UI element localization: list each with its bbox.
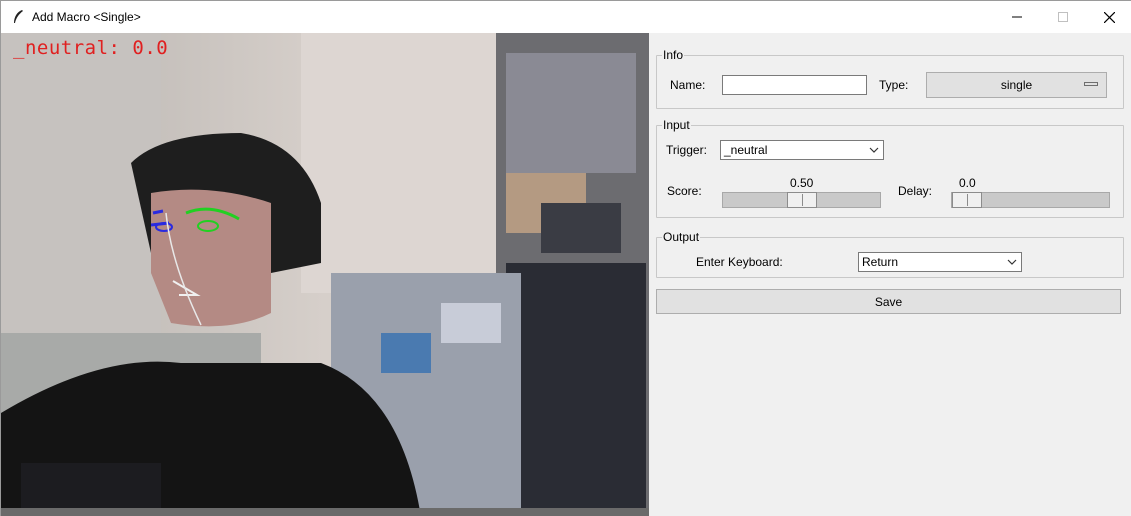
camera-preview: _neutral: 0.0 bbox=[1, 33, 649, 516]
keyboard-combobox[interactable]: Return bbox=[858, 252, 1022, 272]
chevron-down-icon bbox=[869, 147, 879, 153]
info-group-label: Info bbox=[662, 48, 685, 62]
camera-frame-image bbox=[1, 33, 649, 516]
score-label: Score: bbox=[667, 184, 702, 198]
score-slider-thumb[interactable] bbox=[787, 192, 817, 208]
maximize-icon bbox=[1058, 12, 1068, 22]
score-value: 0.50 bbox=[790, 176, 814, 190]
minimize-icon bbox=[1012, 16, 1022, 18]
window-title: Add Macro <Single> bbox=[32, 10, 141, 24]
type-label: Type: bbox=[879, 78, 909, 92]
save-button-label: Save bbox=[874, 294, 903, 309]
menu-indicator-icon bbox=[1084, 82, 1098, 86]
name-label: Name: bbox=[670, 78, 706, 92]
keyboard-value: Return bbox=[862, 255, 899, 269]
delay-value: 0.0 bbox=[959, 176, 976, 190]
title-bar[interactable]: Add Macro <Single> bbox=[1, 1, 1131, 33]
type-value: single bbox=[1000, 78, 1033, 92]
type-menu-button[interactable]: single bbox=[926, 72, 1107, 98]
close-icon bbox=[1103, 11, 1115, 23]
name-input[interactable] bbox=[722, 75, 867, 95]
add-macro-window: Add Macro <Single> _neutral: 0.0 Info Na… bbox=[0, 0, 1131, 516]
info-group: Info Name: Type: single bbox=[656, 48, 1124, 109]
save-button[interactable]: Save bbox=[656, 289, 1121, 314]
trigger-combobox[interactable]: _neutral bbox=[720, 140, 884, 160]
enter-keyboard-label: Enter Keyboard: bbox=[696, 255, 783, 269]
output-group: Output Enter Keyboard: Return bbox=[656, 230, 1124, 278]
trigger-label: Trigger: bbox=[666, 143, 707, 157]
output-group-label: Output bbox=[662, 230, 701, 244]
feather-icon bbox=[14, 10, 23, 23]
emotion-score-overlay: _neutral: 0.0 bbox=[13, 37, 169, 59]
trigger-value: _neutral bbox=[724, 143, 768, 157]
input-group-label: Input bbox=[662, 118, 691, 132]
settings-panel: Info Name: Type: single Input Trigger: _… bbox=[649, 33, 1131, 516]
delay-slider[interactable] bbox=[951, 192, 1110, 208]
maximize-button[interactable] bbox=[1040, 1, 1086, 33]
chevron-down-icon bbox=[1007, 259, 1017, 265]
score-slider[interactable] bbox=[722, 192, 881, 208]
close-button[interactable] bbox=[1086, 1, 1131, 33]
delay-label: Delay: bbox=[898, 184, 933, 198]
delay-slider-thumb[interactable] bbox=[952, 192, 982, 208]
input-group: Input Trigger: _neutral Score: 0.50 Dela… bbox=[656, 118, 1124, 218]
minimize-button[interactable] bbox=[994, 1, 1040, 33]
